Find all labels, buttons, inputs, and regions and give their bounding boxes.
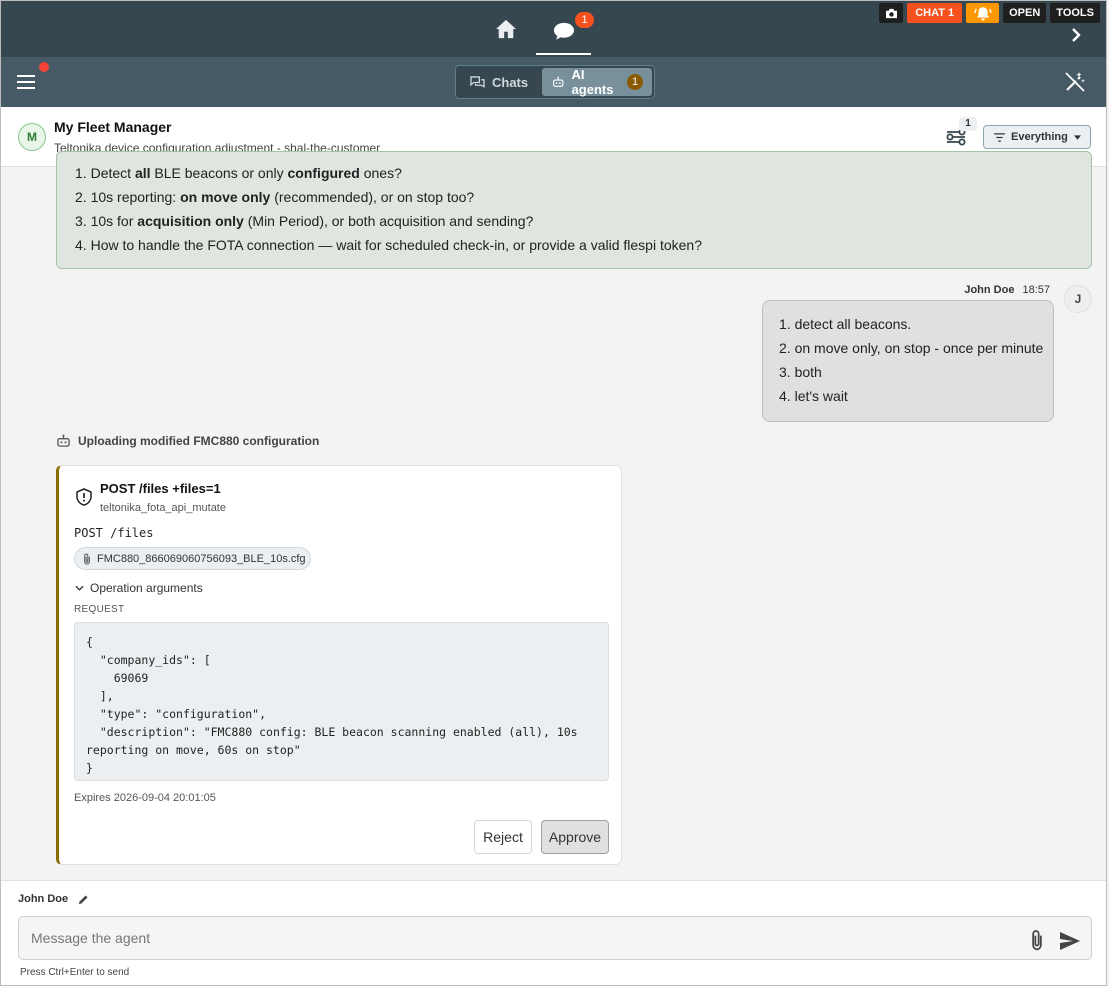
top-right-buttons: CHAT 1 OPEN TOOLS <box>879 3 1100 23</box>
flow-switch-badge: 1 <box>959 117 977 131</box>
list-item: 3. 10s for acquisition only (Min Period)… <box>75 213 534 229</box>
camera-icon <box>885 8 897 18</box>
reject-button[interactable]: Reject <box>474 820 532 854</box>
shield-alert-icon <box>75 488 93 506</box>
list-item: 4. How to handle the FOTA connection — w… <box>75 237 702 253</box>
robot-icon <box>57 434 70 447</box>
ai-agents-badge: 1 <box>627 74 643 90</box>
request-body: { "company_ids": [ 69069 ], "type": "con… <box>74 622 609 781</box>
tool-status-line: Uploading modified FMC880 configuration <box>56 434 319 448</box>
notifications-button[interactable] <box>966 3 1000 23</box>
list-item: 1. Detect all BLE beacons or only config… <box>75 165 402 181</box>
agent-question-list: 1. Detect all BLE beacons or only config… <box>75 165 702 261</box>
message-composer: John Doe Press Ctrl+Enter to send <box>1 880 1106 985</box>
list-item: 3. both <box>779 364 822 380</box>
open-button[interactable]: OPEN <box>1003 3 1047 23</box>
menu-button[interactable] <box>17 71 43 93</box>
agent-avatar: M <box>18 123 46 151</box>
operation-title: POST /files +files=1 <box>100 481 221 496</box>
attached-file-name: FMC880_866069060756093_BLE_10s.cfg <box>97 552 306 565</box>
chat-title: My Fleet Manager <box>54 119 172 135</box>
tab-ai-agents-label: AI agents <box>571 67 614 97</box>
expand-panel-button[interactable] <box>1066 25 1086 45</box>
tab-chats[interactable]: Chats <box>458 68 540 96</box>
send-icon[interactable] <box>1059 931 1081 951</box>
user-avatar: J <box>1064 285 1092 313</box>
message-time: 18:57 <box>1022 284 1050 296</box>
top-bar: 1 CHAT 1 OPEN TOOLS <box>1 1 1106 57</box>
chevron-down-icon <box>75 585 84 591</box>
pencil-icon[interactable] <box>78 894 89 905</box>
composer-user-name: John Doe <box>18 893 69 905</box>
tab-chats-label: Chats <box>492 74 529 90</box>
operation-arguments-toggle[interactable]: Operation arguments <box>75 581 203 595</box>
tools-button[interactable]: TOOLS <box>1050 3 1100 23</box>
send-hint: Press Ctrl+Enter to send <box>20 967 130 978</box>
expiry-text: Expires 2026-09-04 20:01:05 <box>74 792 216 804</box>
chat-mode-toggle: Chats AI agents 1 <box>455 65 655 99</box>
operation-arguments-label: Operation arguments <box>90 581 203 595</box>
tool-status-text: Uploading modified FMC880 configuration <box>78 434 320 448</box>
approval-card: POST /files +files=1 teltonika_fota_api_… <box>56 465 622 865</box>
attached-file-chip[interactable]: FMC880_866069060756093_BLE_10s.cfg <box>74 547 311 570</box>
message-filter-select[interactable]: Everything <box>983 125 1091 149</box>
chat-nav-badge: 1 <box>575 12 594 28</box>
home-icon <box>496 19 516 39</box>
filter-label: Everything <box>1011 131 1068 143</box>
sub-bar: Chats AI agents 1 <box>1 57 1106 107</box>
paperclip-icon[interactable] <box>1028 929 1046 951</box>
user-answer-list: 1. detect all beacons. 2. on move only, … <box>779 316 1043 412</box>
list-item: 2. 10s reporting: on move only (recommen… <box>75 189 475 205</box>
magic-wand-off-icon <box>1065 72 1085 92</box>
message-input[interactable] <box>18 916 1092 960</box>
operation-tool-name: teltonika_fota_api_mutate <box>100 502 226 514</box>
app-frame: 1 CHAT 1 OPEN TOOLS Chats AI agents 1 M … <box>0 0 1107 986</box>
screenshot-button[interactable] <box>879 3 904 23</box>
magic-mode-button[interactable] <box>1064 71 1086 93</box>
menu-notification-dot <box>39 62 49 72</box>
chats-icon <box>470 75 485 88</box>
robot-icon <box>553 76 564 87</box>
operation-endpoint: POST /files <box>74 526 154 540</box>
filter-icon <box>994 132 1005 142</box>
composer-user: John Doe <box>18 893 89 905</box>
paperclip-icon <box>84 553 90 565</box>
list-item: 2. on move only, on stop - once per minu… <box>779 340 1044 356</box>
chat-bubble-icon <box>553 22 574 40</box>
chat-counter-button[interactable]: CHAT 1 <box>907 3 963 23</box>
list-item: 1. detect all beacons. <box>779 316 912 332</box>
menu-icon-line <box>17 87 35 89</box>
user-message-meta: John Doe 18:57 <box>964 284 1050 296</box>
request-label: REQUEST <box>74 604 125 615</box>
home-nav-button[interactable] <box>486 9 526 49</box>
message-author: John Doe <box>964 284 1015 296</box>
menu-icon-line <box>17 81 35 83</box>
approve-button[interactable]: Approve <box>541 820 609 854</box>
chevron-right-icon <box>1072 28 1081 42</box>
bell-icon <box>974 6 992 21</box>
chevron-down-icon <box>1073 134 1081 140</box>
tab-ai-agents[interactable]: AI agents 1 <box>542 67 652 97</box>
menu-icon-line <box>17 75 35 77</box>
list-item: 4. let's wait <box>779 388 848 404</box>
